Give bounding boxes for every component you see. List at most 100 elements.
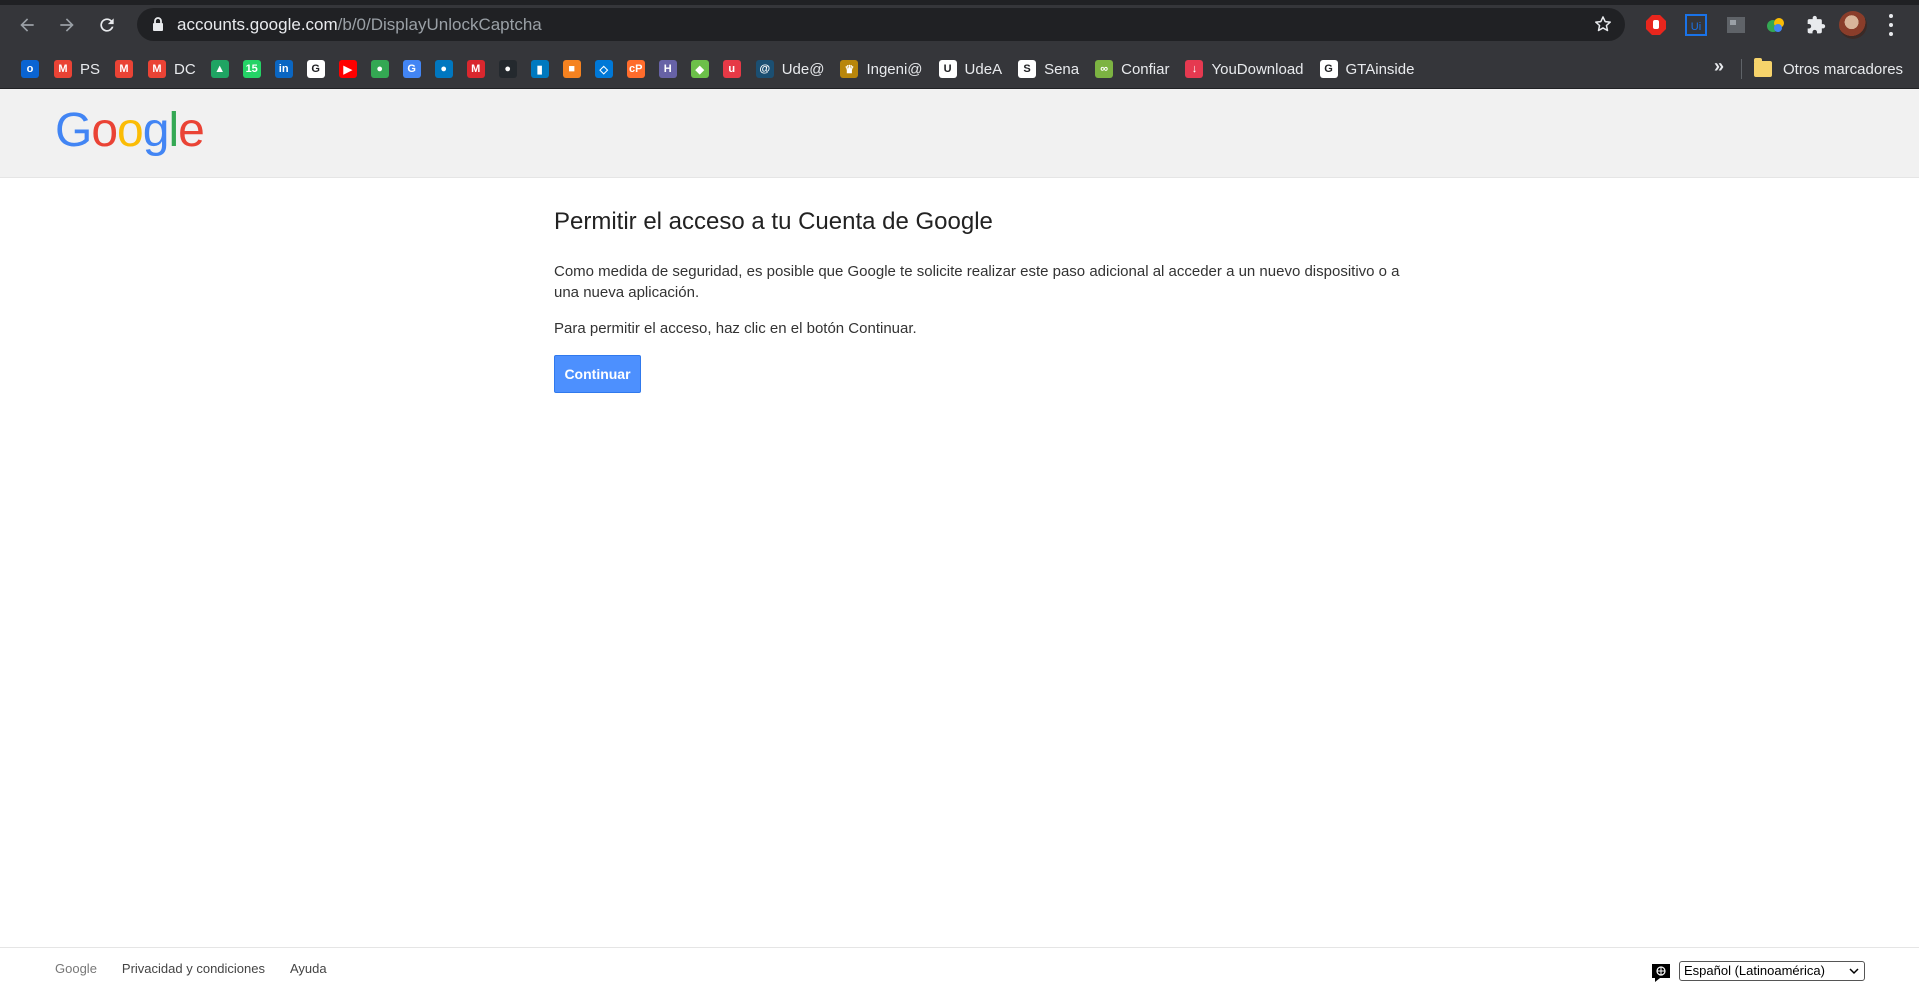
bookmarks-divider (1741, 59, 1742, 79)
gmail-icon: M (148, 60, 167, 78)
logo-letter: l (168, 104, 179, 157)
screenshot-icon (1727, 17, 1745, 33)
google-icon: G (306, 60, 325, 78)
folder-icon (1754, 58, 1772, 77)
bookmark-item[interactable]: cP (620, 55, 652, 83)
github-icon: ● (498, 60, 517, 78)
help-link[interactable]: Ayuda (290, 961, 327, 976)
bookmark-label: Sena (1044, 60, 1080, 78)
colorful-extension[interactable] (1756, 10, 1796, 40)
adblock-extension[interactable] (1636, 10, 1676, 40)
bookmark-label: UdeA (964, 60, 1003, 78)
browser-menu-button[interactable] (1884, 12, 1898, 38)
language-icon (1652, 964, 1670, 982)
lock-icon (153, 17, 163, 31)
footer-google-link[interactable]: Google (55, 961, 97, 976)
bookmark-item[interactable]: M (460, 55, 492, 83)
bookmark-item[interactable]: M DC (140, 55, 204, 83)
heroku-icon: H (658, 60, 677, 78)
ingenia-icon: ♛ (840, 60, 859, 78)
continue-button[interactable]: Continuar (554, 355, 641, 393)
bookmark-item[interactable]: 15 (236, 55, 268, 83)
bookmark-item[interactable]: ▶ (332, 55, 364, 83)
mega-icon: M (466, 60, 485, 78)
google-logo[interactable]: Google (55, 104, 205, 157)
whatsapp-icon: 15 (242, 60, 261, 78)
bookmark-item[interactable]: G (396, 55, 428, 83)
footer-links: Google Privacidad y condiciones Ayuda (55, 961, 352, 976)
paint-icon (1767, 18, 1784, 32)
gmail-icon: M (115, 60, 134, 78)
udea-virtual-icon: @ (755, 60, 774, 78)
linkedin-icon: in (274, 60, 293, 78)
bookmark-item[interactable]: ▲ (204, 55, 236, 83)
bookmark-item[interactable]: ◇ (588, 55, 620, 83)
profile-avatar[interactable] (1839, 11, 1867, 39)
svg-text:Ui: Ui (1691, 21, 1701, 33)
bookmark-star-icon[interactable] (1593, 14, 1613, 34)
youdownload-icon: ↓ (1185, 60, 1204, 78)
bookmark-item[interactable]: ↓ YouDownload (1177, 55, 1311, 83)
box-icon: ■ (562, 60, 581, 78)
menu-dot-icon (1889, 22, 1893, 27)
address-bar[interactable]: accounts.google.com/b/0/DisplayUnlockCap… (137, 8, 1625, 41)
bookmark-item[interactable]: ■ (556, 55, 588, 83)
feedly-icon: ◆ (690, 60, 709, 78)
sena-icon: S (1018, 60, 1037, 78)
bookmark-item[interactable]: ● (492, 55, 524, 83)
bookmark-item[interactable]: G (300, 55, 332, 83)
bookmark-item[interactable]: o (14, 55, 46, 83)
bookmark-item[interactable]: u (716, 55, 748, 83)
bookmark-item[interactable]: in (268, 55, 300, 83)
bookmark-item[interactable]: G GTAinside (1312, 55, 1423, 83)
bookmark-label: YouDownload (1211, 60, 1304, 78)
puzzle-icon (1807, 15, 1826, 34)
other-bookmarks-label: Otros marcadores (1783, 60, 1904, 78)
url-host: accounts.google.com (177, 15, 338, 34)
bookmark-item[interactable]: ● (428, 55, 460, 83)
chevron-down-icon (1849, 968, 1859, 975)
bookmark-item[interactable]: ● (364, 55, 396, 83)
bookmark-item[interactable]: ♛ Ingeni@ (832, 55, 930, 83)
bookmark-item[interactable]: ∞ Confiar (1087, 55, 1177, 83)
logo-letter: g (142, 104, 170, 157)
screenshot-extension[interactable] (1716, 10, 1756, 40)
more-bookmarks-button[interactable]: » (1714, 56, 1724, 77)
logo-letter: G (55, 104, 92, 157)
cpanel-icon: cP (626, 60, 645, 78)
bookmark-item[interactable]: M PS (46, 55, 108, 83)
forward-arrow-icon (60, 18, 74, 32)
udemy-icon: u (722, 60, 741, 78)
youtube-icon: ▶ (338, 60, 357, 78)
language-select[interactable]: Español (Latinoamérica) (1679, 961, 1865, 981)
google-maps-icon: ● (370, 60, 389, 78)
uipath-extension[interactable]: Ui (1676, 10, 1716, 40)
forward-button[interactable] (53, 11, 81, 39)
bookmark-label: Confiar (1121, 60, 1170, 78)
page-title: Permitir el acceso a tu Cuenta de Google (554, 208, 993, 235)
outlook-icon: o (21, 60, 39, 78)
bookmark-item[interactable]: U UdeA (931, 55, 1011, 83)
bookmark-label: Ingeni@ (866, 60, 923, 78)
back-button[interactable] (13, 11, 41, 39)
security-notice: Como medida de seguridad, es posible que… (554, 263, 1400, 301)
bookmark-label: Ude@ (781, 60, 825, 78)
bookmark-item[interactable]: ▮ (524, 55, 556, 83)
bookmark-item[interactable]: ◆ (684, 55, 716, 83)
bookmark-item[interactable]: M (108, 55, 140, 83)
bookmark-label: DC (174, 60, 196, 78)
azure-devops-icon: ◇ (594, 60, 613, 78)
uipath-icon: Ui (1685, 14, 1707, 36)
bookmark-item[interactable]: H (652, 55, 684, 83)
bookmark-label: GTAinside (1345, 60, 1415, 78)
extensions-button[interactable] (1796, 10, 1836, 40)
bookmark-item[interactable]: S Sena (1010, 55, 1087, 83)
privacy-terms-link[interactable]: Privacidad y condiciones (122, 961, 265, 976)
bookmark-item[interactable]: @ Ude@ (748, 55, 833, 83)
unlock-panel: Permitir el acceso a tu Cuenta de Google… (554, 205, 1404, 393)
bookmark-list: o M PS M M DC ▲ 15 in G ▶ ● G ● M ● ▮ ■ ◇ cP H ◆ u @ Ude@ ♛ Ingeni… (14, 49, 1422, 89)
other-bookmarks-folder[interactable]: Otros marcadores (1754, 55, 1903, 83)
bookmarks-bar: o M PS M M DC ▲ 15 in G ▶ ● G ● M ● ▮ ■ ◇ cP H ◆ u @ Ude@ ♛ Ingeni… (0, 49, 1919, 89)
reload-button[interactable] (93, 11, 121, 39)
menu-dot-icon (1889, 31, 1893, 36)
